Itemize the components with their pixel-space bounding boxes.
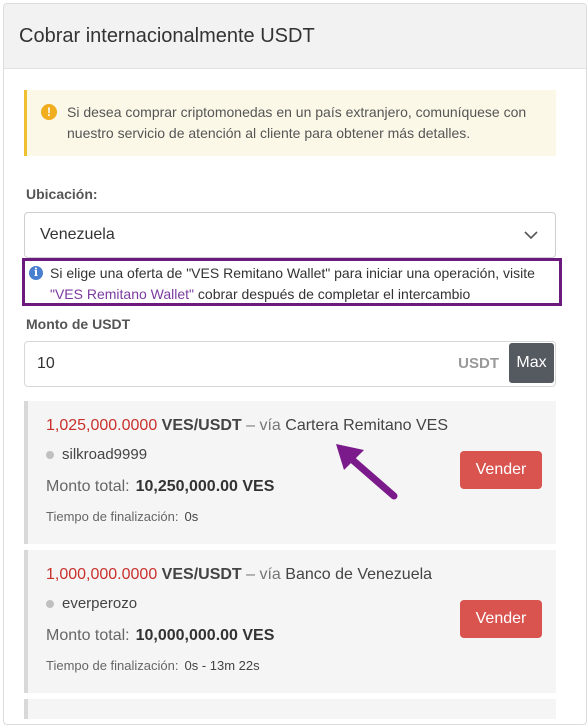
location-label: Ubicación:: [26, 186, 98, 202]
rate-value: 1,025,000.0000: [46, 417, 158, 434]
rate-via: – vía: [241, 417, 286, 434]
finish-time: Tiempo de finalización: 0s - 13m 22s: [46, 658, 260, 673]
payment-method: Cartera Remitano VES: [285, 417, 448, 434]
total-amount: Monto total: 10,000,000.00 VES: [46, 627, 274, 645]
total-value: 10,250,000.00 VES: [135, 478, 275, 495]
amount-label: Monto de USDT: [26, 316, 131, 332]
rate-unit: VES/USDT: [161, 566, 242, 583]
seller-name[interactable]: silkroad9999: [62, 446, 147, 463]
finish-label: Tiempo de finalización:: [46, 658, 179, 673]
status-dot-icon: [46, 599, 54, 608]
offer-card-partial: [24, 699, 556, 719]
sell-button[interactable]: Vender: [460, 600, 542, 638]
finish-value: 0s - 13m 22s: [184, 658, 260, 673]
annotation-arrow-icon: [336, 444, 398, 500]
seller: everperozo: [46, 595, 137, 612]
amount-field: USDT Max: [24, 341, 556, 387]
finish-time: Tiempo de finalización: 0s: [46, 509, 198, 524]
finish-label: Tiempo de finalización:: [46, 509, 179, 524]
alert-text: Si desea comprar criptomonedas en un paí…: [67, 104, 527, 141]
seller: silkroad9999: [46, 446, 147, 463]
rate-value: 1,000,000.0000: [46, 566, 158, 583]
offer-rate: 1,025,000.0000 VES/USDT – vía Cartera Re…: [46, 417, 448, 435]
info-icon: i: [29, 266, 43, 280]
remitano-wallet-link[interactable]: "VES Remitano Wallet": [50, 286, 194, 302]
panel-title: Cobrar internacionalmente USDT: [4, 4, 586, 69]
info-text-after: cobrar después de completar el intercamb…: [194, 286, 471, 302]
chevron-down-icon: [524, 231, 538, 240]
info-text-before: Si elige una oferta de "VES Remitano Wal…: [50, 265, 535, 281]
location-selected-value: Venezuela: [40, 226, 115, 243]
amount-unit: USDT: [458, 355, 499, 372]
finish-value: 0s: [184, 509, 199, 524]
offer-card: 1,000,000.0000 VES/USDT – vía Banco de V…: [24, 550, 556, 693]
max-button[interactable]: Max: [509, 343, 554, 383]
status-dot-icon: [46, 450, 54, 459]
remitano-wallet-info: i Si elige una oferta de "VES Remitano W…: [22, 258, 562, 306]
total-value: 10,000,000.00 VES: [135, 627, 275, 644]
offer-rate: 1,000,000.0000 VES/USDT – vía Banco de V…: [46, 566, 432, 584]
warning-icon: !: [41, 104, 57, 120]
amount-input[interactable]: [25, 354, 419, 374]
total-label: Monto total:: [46, 478, 130, 495]
location-select[interactable]: Venezuela: [24, 212, 556, 258]
total-label: Monto total:: [46, 627, 130, 644]
seller-name[interactable]: everperozo: [62, 595, 137, 612]
sell-button[interactable]: Vender: [460, 451, 542, 489]
rate-via: – vía: [241, 566, 286, 583]
foreign-country-alert: ! Si desea comprar criptomonedas en un p…: [24, 90, 556, 156]
rate-unit: VES/USDT: [161, 417, 242, 434]
offer-card: 1,025,000.0000 VES/USDT – vía Cartera Re…: [24, 401, 556, 544]
payment-method: Banco de Venezuela: [285, 566, 433, 583]
total-amount: Monto total: 10,250,000.00 VES: [46, 478, 274, 496]
